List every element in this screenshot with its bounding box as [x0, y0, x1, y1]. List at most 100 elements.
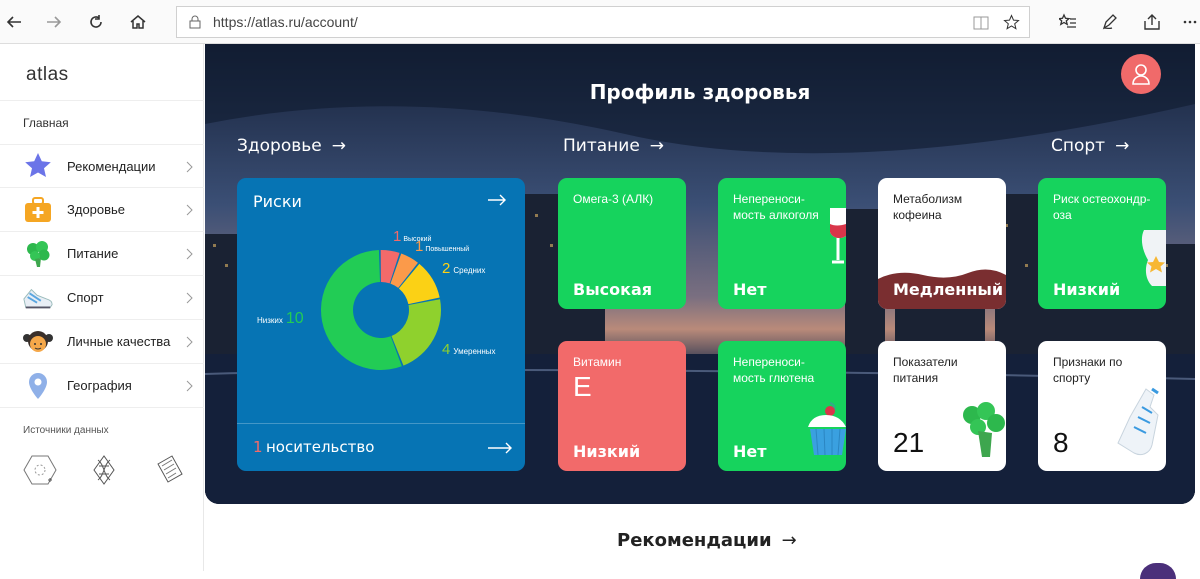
data-sheet-icon[interactable]	[152, 452, 188, 488]
card-title: Признаки по спорту	[1053, 355, 1123, 385]
first-aid-kit-icon	[22, 194, 54, 226]
carrier-count: 1	[253, 438, 263, 456]
arrow-right-icon: →	[331, 136, 346, 156]
broccoli-icon	[963, 402, 1005, 457]
card-title: Витамин	[573, 355, 622, 369]
alcohol-intolerance-card[interactable]: Неперенoси- мость алкоголя Нет	[718, 178, 846, 309]
carrier-status-link[interactable]: 1 носительство	[237, 423, 525, 471]
card-title: Омега-3 (АЛК)	[573, 192, 654, 206]
vitamin-e-card[interactable]: Витамин E Низкий	[558, 341, 686, 471]
gluten-intolerance-card[interactable]: Неперенoси- мость глютена Нет	[718, 341, 846, 471]
sneaker-icon	[1117, 387, 1159, 456]
user-icon	[1132, 64, 1150, 85]
section-title: Питание	[563, 136, 640, 156]
sport-section-link[interactable]: Спорт →	[1051, 136, 1129, 156]
card-title: Неперенoси- мость алкоголя	[733, 192, 819, 222]
chevron-right-icon	[186, 380, 193, 392]
home-icon[interactable]	[124, 8, 152, 36]
more-icon[interactable]	[1176, 8, 1200, 36]
card-value: Высокая	[573, 280, 653, 299]
sidebar-item-geography[interactable]: География	[0, 364, 204, 408]
card-title: Риск остеохондр- оза	[1053, 192, 1151, 222]
donut-segment	[391, 299, 441, 366]
dna-helix-icon[interactable]	[86, 452, 122, 488]
section-main[interactable]: Главная	[23, 116, 69, 130]
sneaker-icon	[22, 282, 54, 314]
broccoli-icon	[22, 238, 54, 270]
chevron-right-icon	[186, 248, 193, 260]
atlas-logo[interactable]: atlas	[26, 64, 69, 86]
sidebar-item-recommendations[interactable]: Рекомендации	[0, 144, 204, 188]
card-value: Низкий	[1053, 280, 1121, 299]
health-section-link[interactable]: Здоровье →	[237, 136, 346, 156]
page-title: Профиль здоровья	[589, 80, 811, 104]
arrow-right-icon	[488, 194, 506, 206]
location-pin-icon	[22, 370, 54, 402]
sidebar-item-label: Питание	[67, 246, 119, 261]
card-title: Метаболизм кофеина	[893, 192, 963, 222]
sidebar-item-label: Спорт	[67, 290, 104, 305]
forward-icon[interactable]	[40, 8, 68, 36]
wine-glass-icon	[830, 208, 846, 264]
back-icon[interactable]	[0, 8, 28, 36]
dna-kit-icon[interactable]	[22, 452, 58, 488]
address-bar[interactable]: https://atlas.ru/account/	[176, 6, 1030, 38]
risks-title: Риски	[253, 192, 302, 211]
reading-view-icon[interactable]	[973, 15, 989, 31]
card-title: Неперенoси- мость глютена	[733, 355, 815, 385]
sidebar-item-personal-traits[interactable]: Личные качества	[0, 320, 204, 364]
sidebar-item-label: Здоровье	[67, 202, 126, 217]
card-value: 21	[893, 427, 925, 458]
sidebar-item-health[interactable]: Здоровье	[0, 188, 204, 232]
sport-star-icon	[1141, 230, 1166, 286]
arrow-right-icon: →	[649, 136, 665, 156]
chevron-right-icon	[186, 161, 193, 173]
chevron-right-icon	[186, 336, 193, 348]
url-text: https://atlas.ru/account/	[213, 14, 358, 30]
sidebar-item-label: Личные качества	[67, 334, 171, 349]
cupcake-icon	[808, 402, 846, 456]
nutrition-section-link[interactable]: Питание →	[563, 136, 664, 156]
carrier-label: носительство	[266, 438, 375, 456]
nutrition-indicators-card[interactable]: Показатели питания 21	[878, 341, 1006, 471]
sidebar: atlas Главная Рекомендации Здоровье Пита…	[0, 44, 204, 571]
pen-icon[interactable]	[1096, 8, 1124, 36]
sidebar-item-nutrition[interactable]: Питание	[0, 232, 204, 276]
arrow-right-icon	[488, 442, 512, 454]
risk-label-elevated: 1 Повышенный	[415, 238, 470, 255]
browser-toolbar: https://atlas.ru/account/	[0, 0, 1200, 44]
sidebar-item-label: География	[67, 378, 132, 393]
risk-label-medium: 2 Средних	[442, 260, 486, 277]
lock-icon	[189, 15, 201, 29]
card-title: Показатели питания	[893, 355, 958, 385]
risk-label-moderate: 4 Умеренных	[442, 341, 496, 358]
section-title: Рекомендации	[617, 530, 772, 551]
risks-card[interactable]: Риски 1 Высокий 1 Повышенный 2 Средних 4 Уме…	[237, 178, 525, 471]
arrow-right-icon: →	[781, 530, 797, 551]
card-value: Нет	[733, 280, 767, 299]
section-title: Спорт	[1051, 136, 1106, 156]
sidebar-item-sport[interactable]: Спорт	[0, 276, 204, 320]
sport-signs-card[interactable]: Признаки по спорту 8	[1038, 341, 1166, 471]
osteochondrosis-risk-card[interactable]: Риск остеохондр- оза Низкий	[1038, 178, 1166, 309]
card-value: Нет	[733, 442, 767, 461]
section-sources: Источники данных	[23, 425, 109, 436]
girl-face-icon	[22, 326, 54, 358]
favorites-list-icon[interactable]	[1054, 8, 1082, 36]
vitamin-letter: E	[573, 371, 592, 402]
chevron-right-icon	[186, 292, 193, 304]
chevron-right-icon	[186, 204, 193, 216]
card-value: Медленный	[893, 280, 1004, 299]
risk-donut-chart	[321, 250, 441, 370]
share-icon[interactable]	[1138, 8, 1166, 36]
arrow-right-icon: →	[1115, 136, 1130, 156]
favorite-star-icon[interactable]	[1003, 14, 1020, 31]
card-value: Низкий	[573, 442, 641, 461]
caffeine-metabolism-card[interactable]: Метаболизм кофеина Медленный	[878, 178, 1006, 309]
recommendations-link[interactable]: Рекомендации →	[617, 530, 797, 551]
refresh-icon[interactable]	[82, 8, 110, 36]
card-value: 8	[1053, 427, 1069, 458]
risk-label-low: Низких 10	[257, 310, 304, 327]
profile-avatar-button[interactable]	[1121, 54, 1161, 94]
omega3-card[interactable]: Омега-3 (АЛК) Высокая	[558, 178, 686, 309]
